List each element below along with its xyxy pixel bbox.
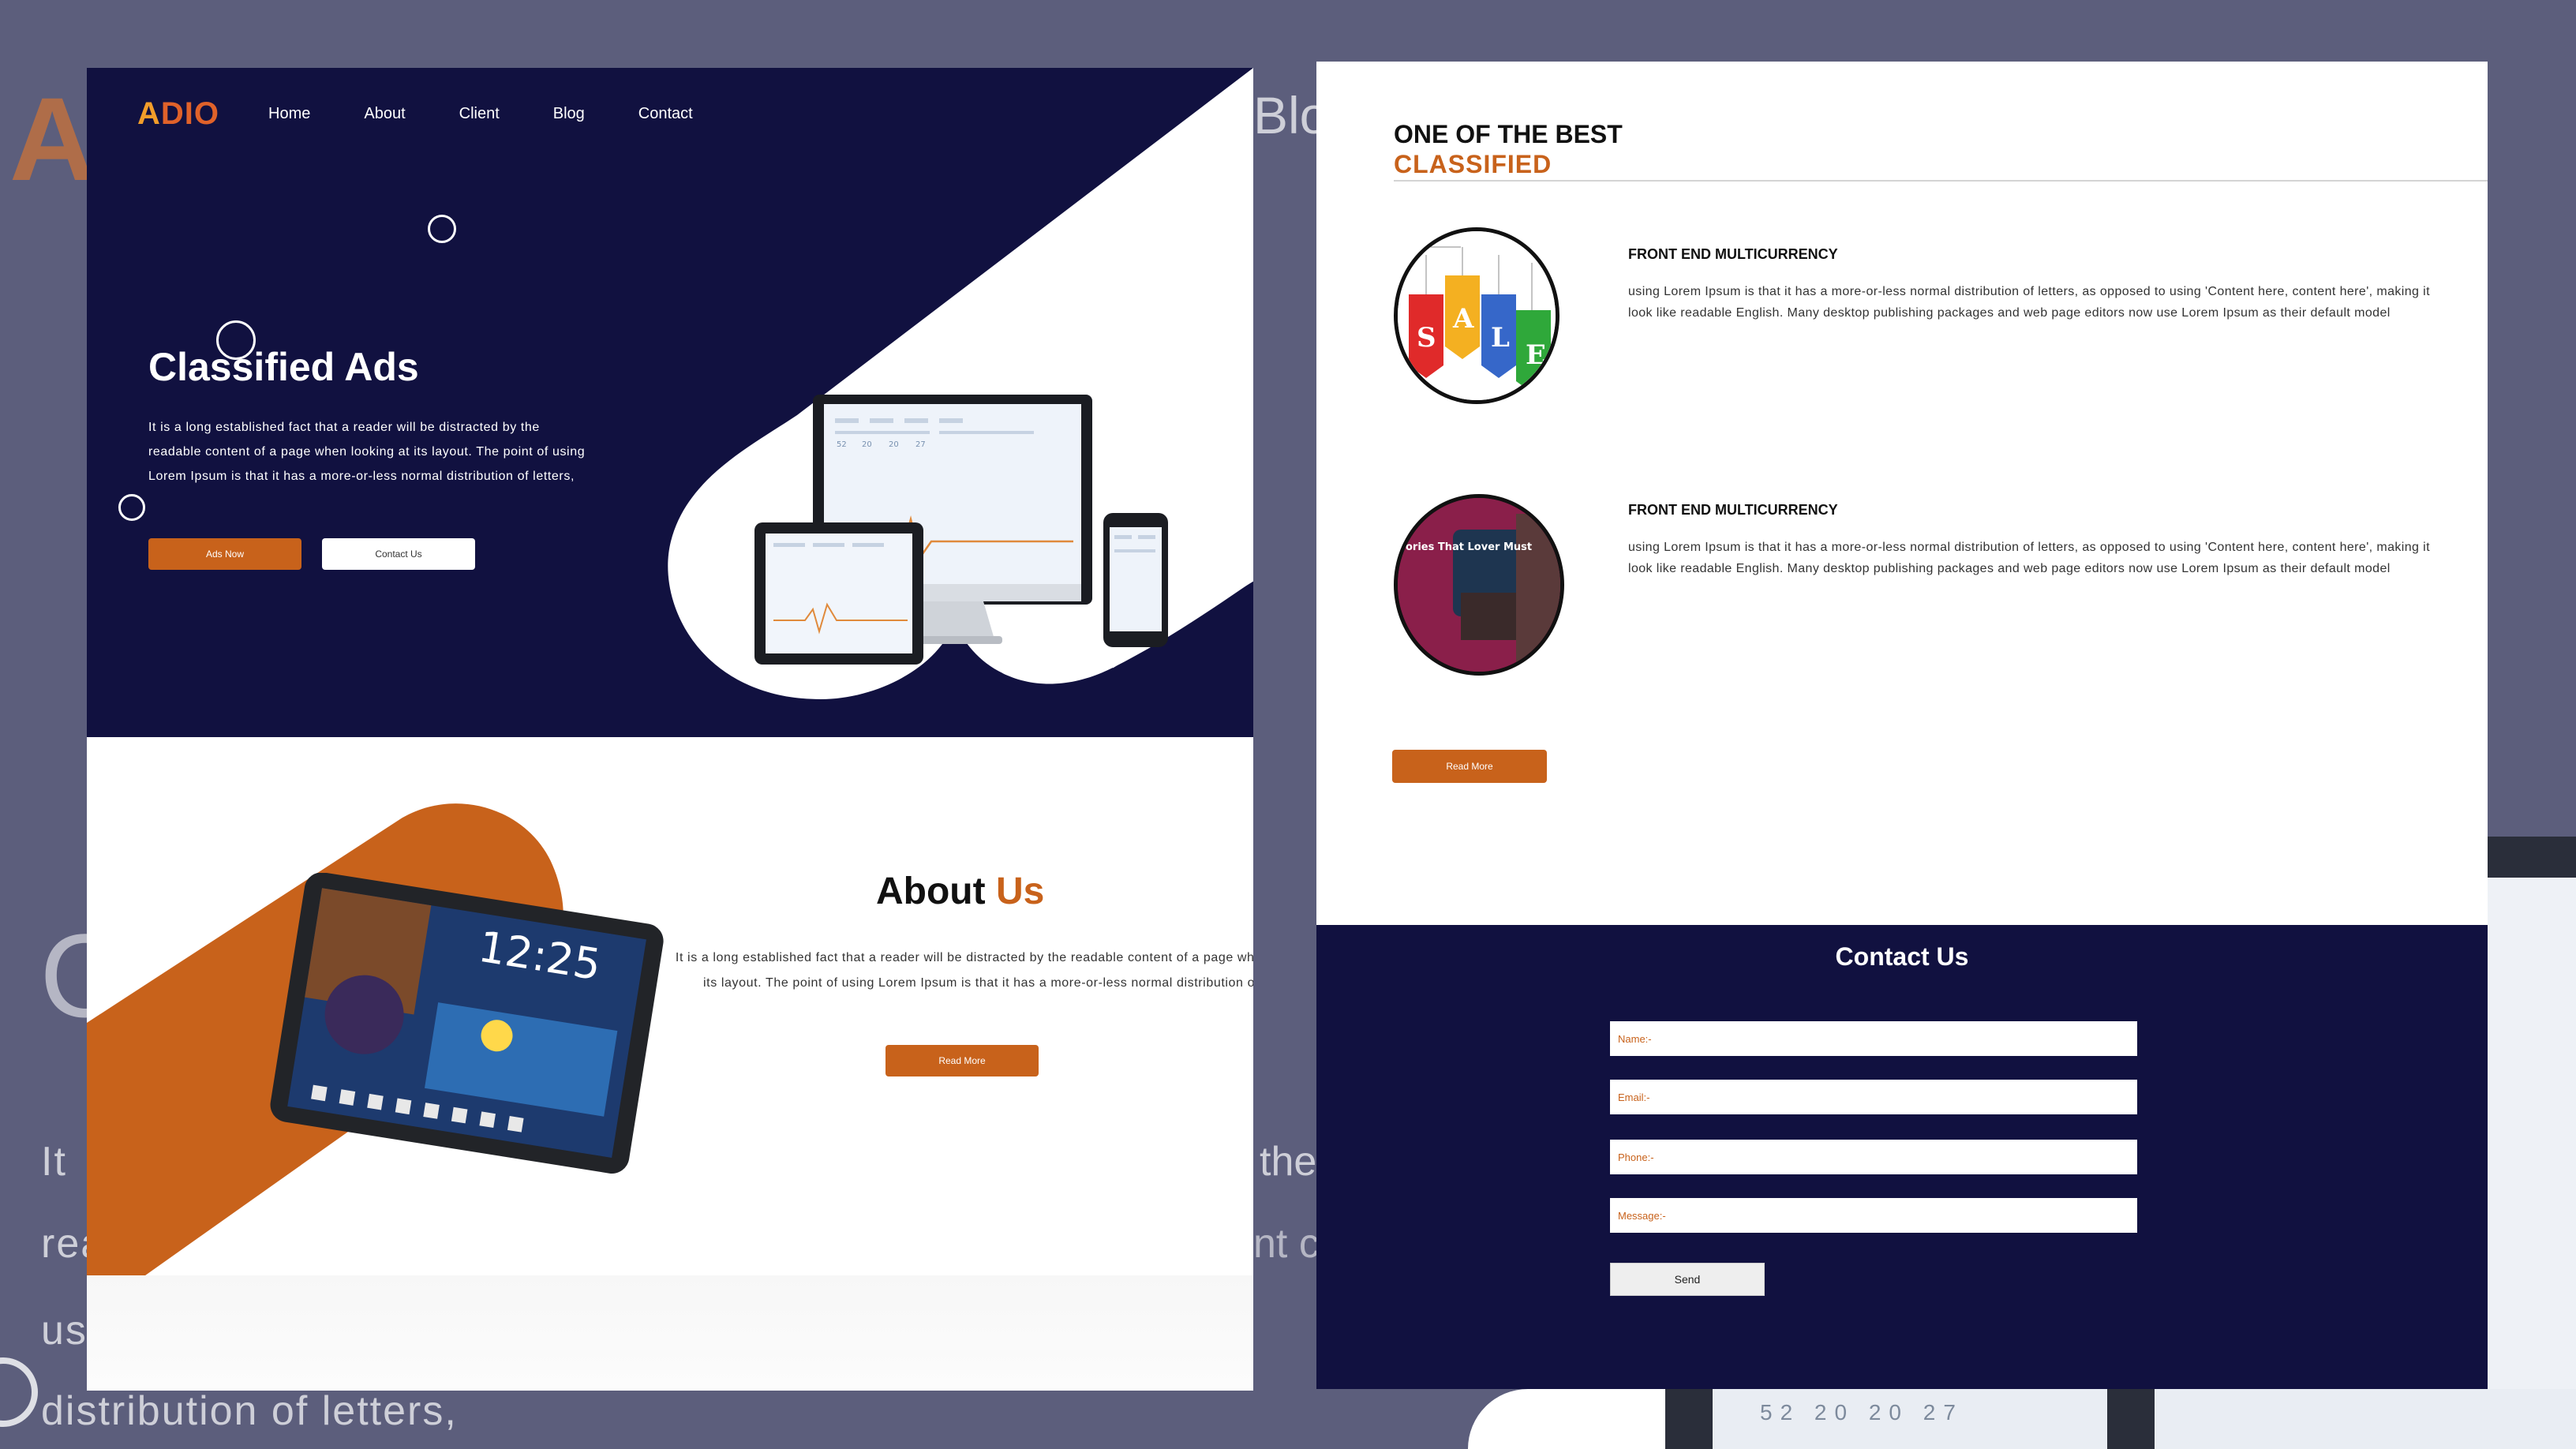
- send-button[interactable]: Send: [1610, 1263, 1765, 1296]
- hero-title: Classified Ads: [148, 345, 419, 389]
- stories-image: ories That Lover Must: [1394, 494, 1564, 676]
- right-page-preview: ONE OF THE BEST CLASSIFIED SA LE FRONT E…: [1316, 62, 2488, 1389]
- name-field[interactable]: [1610, 1021, 2137, 1056]
- bg-the-fragment: the: [1260, 1139, 1317, 1185]
- nav-client[interactable]: Client: [459, 99, 500, 128]
- feature-text-1: using Lorem Ipsum is that it has a more-…: [1628, 285, 2430, 320]
- about-title: About Us: [876, 871, 1045, 912]
- svg-text:A: A: [1452, 303, 1474, 335]
- hero-description: It is a long established fact that a rea…: [148, 421, 586, 483]
- devices-illustration: 52 20 20 27: [754, 395, 1168, 665]
- ring-icon: [428, 215, 456, 243]
- contact-us-button[interactable]: Contact Us: [322, 538, 475, 570]
- nav-home[interactable]: Home: [268, 99, 310, 128]
- bg-nt-fragment: nt c: [1253, 1221, 1320, 1267]
- hero-section: ADIO Home About Client Blog Contact Clas…: [87, 68, 1253, 737]
- features-read-more-button[interactable]: Read More: [1392, 750, 1547, 783]
- about-description: It is a long established fact that a rea…: [675, 951, 1253, 990]
- ring-icon: [118, 494, 145, 521]
- bg-strip-numbers: 52 20 20 27: [1760, 1400, 1964, 1425]
- ads-now-button[interactable]: Ads Now: [148, 538, 301, 570]
- bg-corner: [1468, 1389, 1673, 1449]
- bg-bottom-strip: 52 20 20 27: [1665, 1389, 2576, 1449]
- nav-about[interactable]: About: [364, 99, 405, 128]
- left-footer-area: [87, 1275, 1253, 1391]
- svg-text:27: 27: [915, 440, 926, 449]
- best-heading: ONE OF THE BEST: [1394, 120, 1623, 148]
- stories-caption: ories That Lover Must: [1406, 541, 1532, 553]
- bg-logo-fragment: A: [9, 73, 95, 205]
- site-logo[interactable]: ADIO: [137, 96, 219, 132]
- about-read-more-button[interactable]: Read More: [886, 1045, 1039, 1076]
- svg-text:L: L: [1491, 322, 1510, 354]
- contact-title: Contact Us: [1835, 942, 1969, 971]
- svg-text:S: S: [1417, 322, 1436, 354]
- feature-title-1: FRONT END MULTICURRENCY: [1628, 246, 1838, 262]
- classified-heading: CLASSIFIED: [1394, 150, 1552, 178]
- feature-text-2: using Lorem Ipsum is that it has a more-…: [1628, 541, 2430, 575]
- bg-text-line-1: It: [41, 1139, 67, 1185]
- bg-text-line-4: distribution of letters,: [41, 1388, 458, 1434]
- bg-text-line-3: us: [41, 1308, 88, 1354]
- email-field[interactable]: [1610, 1080, 2137, 1114]
- tablet-illustration: 12:25: [270, 873, 664, 1174]
- bg-right-strip: [2488, 837, 2576, 1449]
- left-page-preview: ADIO Home About Client Blog Contact Clas…: [87, 68, 1253, 1391]
- phone-field[interactable]: [1610, 1140, 2137, 1174]
- svg-text:E: E: [1526, 339, 1546, 371]
- feature-title-2: FRONT END MULTICURRENCY: [1628, 502, 1838, 518]
- sale-tags-image: SA LE: [1394, 227, 1559, 404]
- heading-divider: [1394, 180, 2488, 182]
- nav-blog[interactable]: Blog: [553, 99, 585, 128]
- svg-text:20: 20: [862, 440, 872, 449]
- svg-text:20: 20: [889, 440, 899, 449]
- contact-section: Contact Us Send: [1316, 925, 2488, 1389]
- nav-contact[interactable]: Contact: [638, 99, 693, 128]
- svg-text:52: 52: [837, 440, 847, 449]
- message-field[interactable]: [1610, 1198, 2137, 1233]
- main-nav: Home About Client Blog Contact: [268, 99, 747, 128]
- bg-ring-icon: [0, 1357, 38, 1427]
